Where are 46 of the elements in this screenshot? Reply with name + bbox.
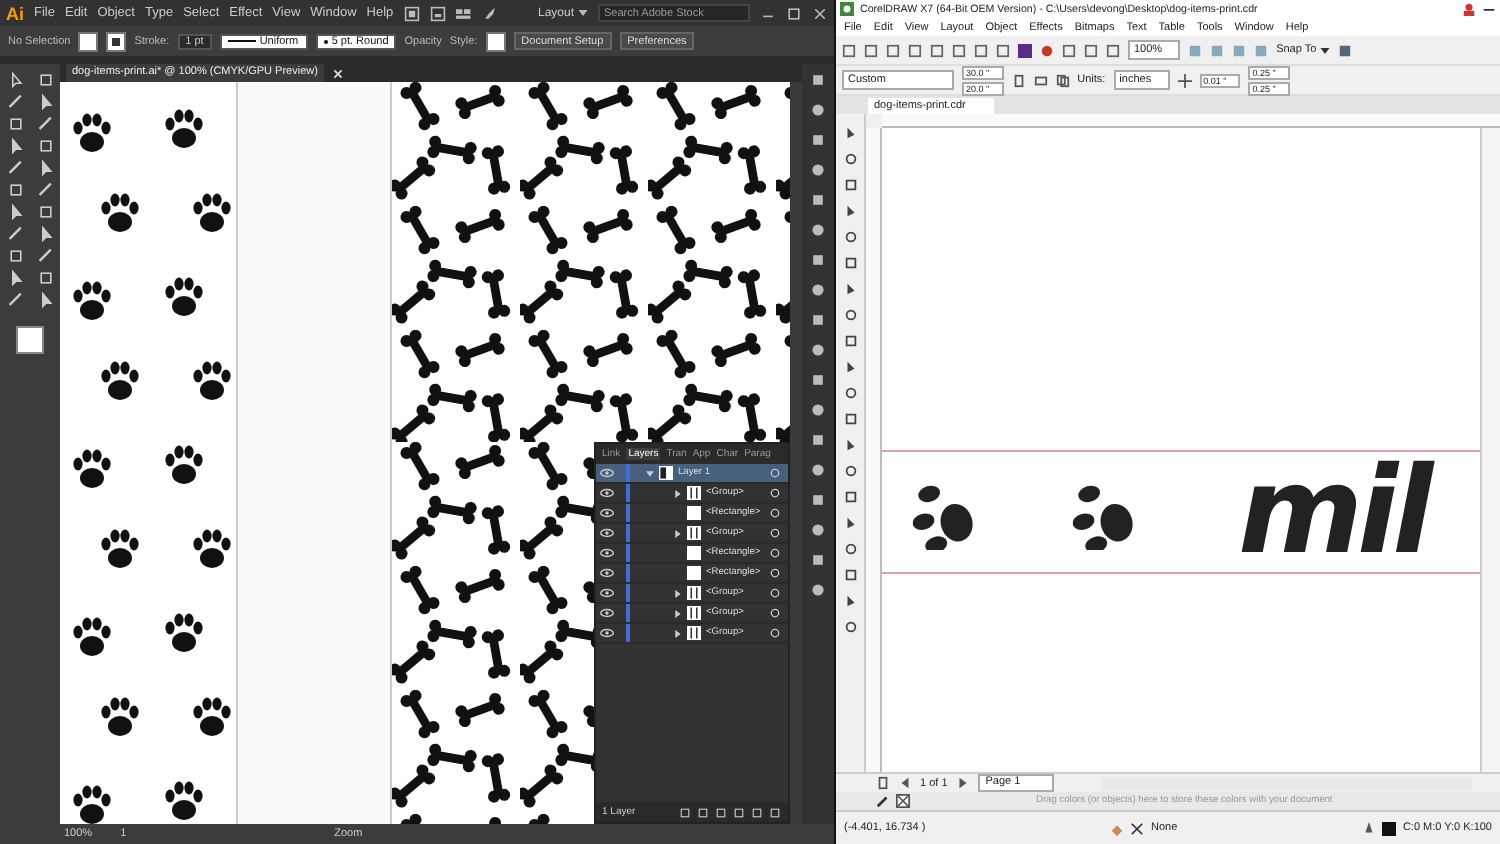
layer-thumbnail [686,626,702,640]
disclosure-icon[interactable] [674,529,682,537]
layer-thumbnail [686,606,702,620]
app-logo: Ai [6,3,24,23]
disclosure-icon[interactable] [674,489,682,497]
stroke-swatch[interactable] [106,31,127,51]
no-color-icon[interactable] [896,794,910,808]
disclosure-icon[interactable] [646,469,654,477]
fill-stroke-swatch[interactable] [16,326,44,354]
eye-icon[interactable] [600,508,614,518]
artwork-text: mil [1238,454,1428,570]
fill-swatch[interactable] [78,31,99,51]
portrait-icon[interactable] [1011,73,1026,87]
arrange-icon[interactable] [455,5,472,21]
style-swatch[interactable] [485,31,506,51]
eye-icon[interactable] [600,468,614,478]
layer-thumbnail [686,486,702,500]
eye-icon[interactable] [600,528,614,538]
layer-thumbnail [686,526,702,540]
maximize-icon[interactable] [786,5,802,21]
add-page-icon[interactable] [876,776,890,790]
eye-icon[interactable] [600,628,614,638]
no-color-icon [1130,821,1145,835]
disclosure-icon[interactable] [674,609,682,617]
eye-icon[interactable] [600,608,614,618]
eye-icon[interactable] [600,548,614,558]
landscape-icon[interactable] [1033,73,1048,87]
disclosure-icon[interactable] [674,589,682,597]
caret-icon [1320,47,1331,53]
scrollbar[interactable] [1102,777,1472,789]
color-palette[interactable] [1480,128,1500,772]
pages-icon[interactable] [1055,73,1070,87]
disclosure-icon[interactable] [674,629,682,637]
layer-thumbnail [686,506,702,520]
outline-swatch [1382,821,1397,835]
scrollbar[interactable] [790,82,802,824]
layer-thumbnail [686,586,702,600]
eye-icon[interactable] [600,568,614,578]
eye-icon[interactable] [600,488,614,498]
fill-icon [1110,821,1125,835]
toolbar-icon[interactable] [1338,43,1353,57]
caret-icon [578,10,588,16]
close-icon[interactable] [331,67,344,79]
eye-icon[interactable] [600,588,614,598]
user-icon[interactable] [1462,2,1476,16]
close-icon[interactable] [812,5,828,21]
